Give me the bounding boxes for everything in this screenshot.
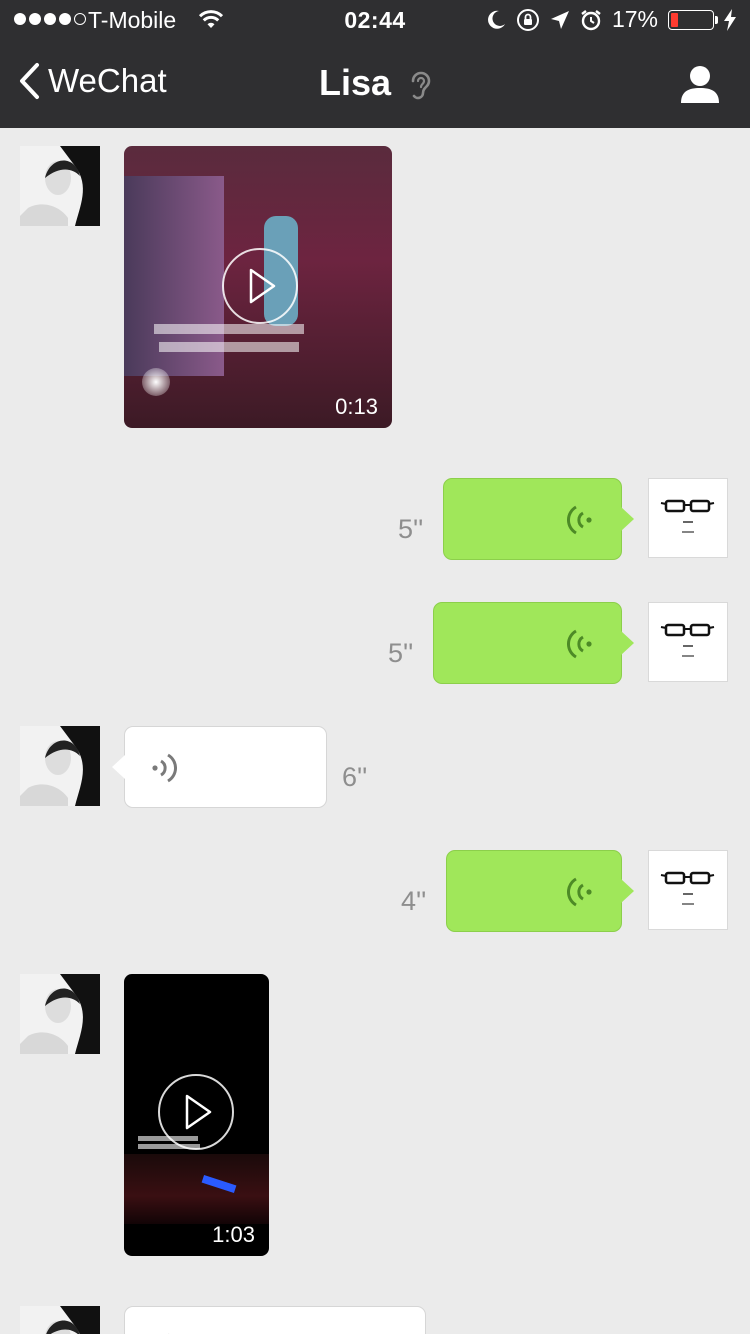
- video-duration: 1:03: [212, 1222, 255, 1247]
- battery-icon: [668, 9, 718, 30]
- portrait-image: [20, 146, 100, 226]
- video-subtitle-line: [159, 342, 299, 352]
- voice-message[interactable]: [124, 1306, 426, 1334]
- ear-icon: [411, 72, 431, 100]
- lisa-avatar[interactable]: [20, 726, 100, 806]
- voice-message[interactable]: [443, 478, 634, 560]
- sketch-face-image: [660, 871, 715, 905]
- navigation-bar: WeChat Lisa: [0, 40, 750, 128]
- video-subtitle-line: [154, 324, 304, 334]
- alarm-icon: [581, 9, 601, 30]
- voice-length: 5'': [398, 514, 424, 544]
- play-button[interactable]: [222, 248, 298, 324]
- stage-light: [142, 368, 170, 396]
- profile-icon[interactable]: [680, 64, 720, 104]
- voice-wave-icon: [567, 629, 592, 659]
- status-icons: 17%: [486, 6, 736, 33]
- play-icon: [249, 268, 276, 304]
- battery-percentage: 17%: [611, 6, 658, 32]
- voice-message[interactable]: [433, 602, 634, 684]
- voice-wave-icon: [567, 877, 592, 907]
- lisa-avatar[interactable]: [20, 146, 100, 226]
- chat-title: Lisa: [0, 62, 750, 104]
- voice-length: 4'': [401, 886, 427, 916]
- moon-icon: [488, 10, 505, 29]
- status-bar: T-Mobile 02:44 17%: [0, 0, 750, 40]
- sketch-face-image: [660, 499, 715, 533]
- voice-message[interactable]: [112, 726, 327, 808]
- my-avatar[interactable]: [648, 602, 728, 682]
- my-avatar[interactable]: [648, 850, 728, 930]
- voice-length: 5'': [388, 638, 414, 668]
- voice-message[interactable]: [446, 850, 634, 932]
- video-frame-crowd: [124, 1154, 269, 1224]
- play-button[interactable]: [158, 1074, 234, 1150]
- battery-level: [671, 12, 678, 27]
- lisa-avatar[interactable]: [20, 1306, 100, 1334]
- chat-title-text: Lisa: [318, 62, 392, 103]
- sketch-face-image: [660, 623, 715, 657]
- play-icon: [185, 1094, 212, 1130]
- top-bar: T-Mobile 02:44 17% WeChat Lisa: [0, 0, 750, 128]
- voice-wave-icon: [152, 753, 177, 783]
- video-message[interactable]: 0:13: [124, 146, 392, 428]
- my-avatar[interactable]: [648, 478, 728, 558]
- video-duration: 0:13: [335, 394, 378, 419]
- portrait-image: [20, 974, 100, 1054]
- lisa-avatar[interactable]: [20, 974, 100, 1054]
- charging-bolt-icon: [724, 8, 736, 31]
- portrait-image: [20, 1306, 100, 1334]
- video-message[interactable]: 1:03: [124, 974, 269, 1256]
- chat-area[interactable]: 0:13 5'' 5'' 6'' 4'' 1:03: [0, 128, 750, 1334]
- location-arrow-icon: [550, 10, 569, 29]
- voice-length: 6'': [342, 762, 368, 792]
- rotation-lock-icon: [516, 8, 539, 31]
- portrait-image: [20, 726, 100, 806]
- voice-wave-icon: [567, 505, 592, 535]
